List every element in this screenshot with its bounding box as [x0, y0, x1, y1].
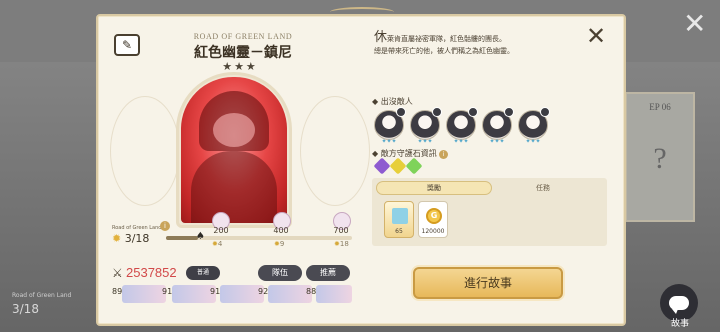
- mode-pill[interactable]: 普通: [186, 266, 220, 280]
- milestone-3-value: 18: [339, 240, 349, 248]
- reward-value-1: 200: [213, 226, 229, 235]
- tab-reward[interactable]: 獎勵: [376, 181, 492, 195]
- episode-unknown: ?: [653, 142, 667, 175]
- stage-subtitle: ROAD OF GREEN LAND: [193, 32, 293, 41]
- team-slot-1[interactable]: [122, 285, 166, 303]
- reward-item-2-count: 120000: [421, 228, 445, 235]
- crossed-swords-icon: ⚔: [112, 266, 123, 280]
- reward-value-3: 700: [333, 226, 349, 235]
- enemies-label: 出沒敵人: [380, 97, 413, 106]
- stage-description: 休萊肯直屬祕密軍隊，紅色骷髏的團長。 總是帶來死亡的他，被人們稱之為紅色幽靈。: [374, 30, 584, 57]
- recommend-button[interactable]: 推薦: [306, 265, 350, 281]
- enemy-badge-icon: [540, 107, 550, 117]
- team-level-5: 88: [306, 287, 317, 296]
- progress-track: [166, 236, 352, 240]
- right-wing-ornament: [300, 96, 370, 206]
- milestone-1-value: 4: [217, 240, 223, 248]
- difficulty-stars: ★★★: [222, 60, 258, 73]
- enemies-section: ◆ 出沒敵人: [372, 96, 413, 107]
- team-level-4: 92: [258, 287, 269, 296]
- gold-coin-icon: G: [426, 208, 442, 224]
- enemy-badge-icon: [432, 107, 442, 117]
- enemy-stars-3: ✦✦✦: [453, 138, 469, 145]
- enemy-stars-4: ✦✦✦: [489, 138, 505, 145]
- stage-title: 紅色幽靈－鎮尼: [194, 45, 292, 61]
- enemy-stars-1: ✦✦✦: [381, 138, 397, 145]
- milestone-1: ✹4: [212, 240, 222, 248]
- team-level-1: 89: [112, 287, 123, 296]
- milestone-2: ✹9: [274, 240, 284, 248]
- episode-label: EP 06: [649, 102, 671, 112]
- team-level-3: 91: [210, 287, 221, 296]
- edit-note-icon: ✎: [121, 38, 133, 52]
- milestone-2-value: 9: [279, 240, 285, 248]
- stage-progress-text: 3/18: [124, 232, 150, 245]
- reward-item-1-count: 65: [395, 228, 403, 235]
- description-line-2: 總是帶來死亡的他，被人們稱之為紅色幽靈。: [374, 47, 514, 55]
- sun-icon: ✹: [112, 232, 122, 245]
- background-episode-card: EP 06 ?: [625, 92, 695, 222]
- bullet-icon: ◆: [372, 97, 381, 106]
- reward-item-2[interactable]: G 120000: [418, 201, 448, 238]
- info-icon[interactable]: i: [439, 150, 449, 159]
- background-area-label: Road of Green Land: [12, 292, 72, 299]
- description-line-1: 萊肯直屬祕密軍隊，紅色骷髏的團長。: [387, 35, 507, 43]
- tab-mission[interactable]: 任務: [500, 181, 586, 195]
- enemy-badge-icon: [396, 107, 406, 117]
- progress-fill: [166, 236, 198, 240]
- portrait-body: [191, 151, 277, 223]
- portrait-face: [213, 113, 255, 147]
- stones-section: ◆ 敵方守護石資訊 i: [372, 148, 449, 159]
- team-slot-5[interactable]: [316, 285, 352, 303]
- stage-progress: ✹ 3/18: [112, 232, 149, 245]
- area-label: Road of Green Land: [112, 225, 162, 231]
- enemy-stars-2: ✦✦✦: [417, 138, 433, 145]
- left-wing-ornament: [110, 96, 180, 206]
- story-button-label: 故事: [670, 319, 689, 329]
- boss-portrait: [181, 77, 287, 223]
- enemy-badge-icon: [504, 107, 514, 117]
- description-first-char: 休: [374, 30, 388, 45]
- chat-bubble-icon: [669, 296, 689, 314]
- bullet-icon: ◆: [372, 149, 381, 158]
- edit-note-button[interactable]: ✎: [114, 34, 140, 56]
- progress-marker-icon: ♠: [196, 231, 205, 242]
- reward-item-1[interactable]: 65: [384, 201, 414, 238]
- background-progress: 3/18: [12, 302, 39, 316]
- close-icon[interactable]: ✕: [586, 24, 606, 48]
- background-close-icon[interactable]: ✕: [683, 10, 706, 38]
- team-button[interactable]: 隊伍: [258, 265, 302, 281]
- start-story-button[interactable]: 進行故事: [413, 267, 563, 299]
- combat-power: 2537852: [126, 265, 177, 280]
- stones-label: 敵方守護石資訊: [380, 149, 437, 158]
- gift-box-icon: [392, 208, 408, 224]
- enemy-stars-5: ✦✦✦: [525, 138, 541, 145]
- milestone-3: ✹18: [334, 240, 349, 248]
- enemy-badge-icon: [468, 107, 478, 117]
- info-icon[interactable]: i: [160, 221, 170, 231]
- reward-value-2: 400: [273, 226, 289, 235]
- team-level-2: 91: [162, 287, 173, 296]
- panel-ornament: [330, 7, 394, 17]
